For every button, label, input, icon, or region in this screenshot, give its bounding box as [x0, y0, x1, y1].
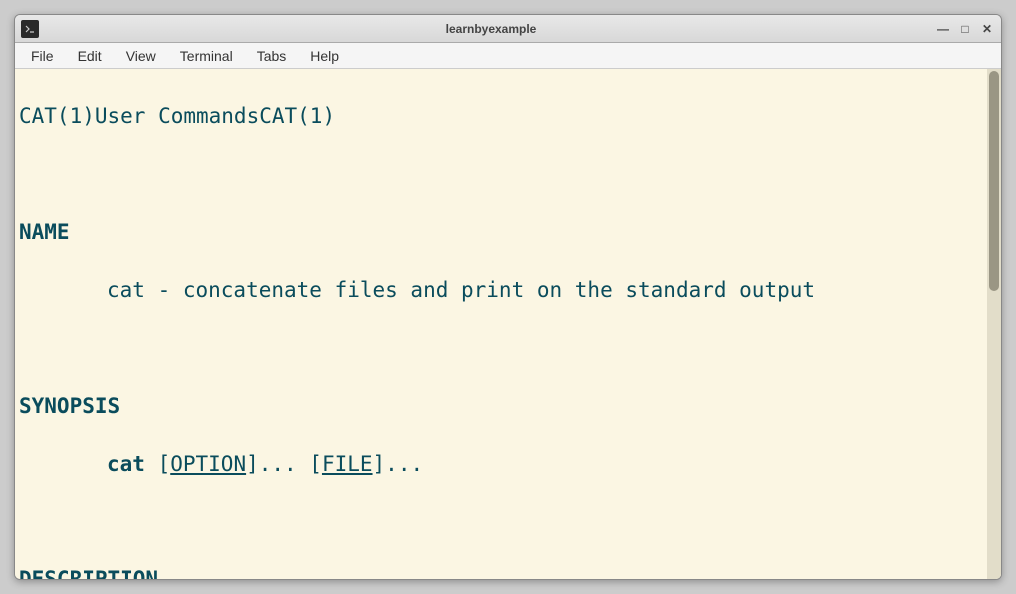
name-description: cat - concatenate files and print on the…	[19, 276, 983, 305]
scrollbar-thumb[interactable]	[989, 71, 999, 291]
synopsis-cmd: cat	[107, 452, 145, 476]
section-description: DESCRIPTION	[19, 565, 983, 579]
window-controls: — □ ✕	[935, 22, 995, 36]
section-name: NAME	[19, 218, 983, 247]
menu-file[interactable]: File	[21, 46, 64, 66]
synopsis-file: FILE	[322, 452, 373, 476]
terminal-window: learnbyexample — □ ✕ File Edit View Term…	[14, 14, 1002, 580]
titlebar[interactable]: learnbyexample — □ ✕	[15, 15, 1001, 43]
scrollbar[interactable]	[987, 69, 1001, 579]
window-title: learnbyexample	[47, 22, 935, 36]
man-header-center: User Commands	[95, 104, 259, 128]
section-synopsis: SYNOPSIS	[19, 392, 983, 421]
terminal-area: CAT(1)User CommandsCAT(1) NAME cat - con…	[15, 69, 1001, 579]
minimize-button[interactable]: —	[935, 22, 951, 36]
man-header-right: CAT(1)	[259, 104, 335, 128]
close-button[interactable]: ✕	[979, 22, 995, 36]
menu-edit[interactable]: Edit	[68, 46, 112, 66]
menu-terminal[interactable]: Terminal	[170, 46, 243, 66]
man-header-left: CAT(1)	[19, 104, 95, 128]
synopsis-option: OPTION	[170, 452, 246, 476]
menu-view[interactable]: View	[116, 46, 166, 66]
terminal-content[interactable]: CAT(1)User CommandsCAT(1) NAME cat - con…	[15, 69, 987, 579]
menu-help[interactable]: Help	[300, 46, 349, 66]
menu-tabs[interactable]: Tabs	[247, 46, 297, 66]
menubar: File Edit View Terminal Tabs Help	[15, 43, 1001, 69]
terminal-icon	[21, 20, 39, 38]
maximize-button[interactable]: □	[957, 22, 973, 36]
synopsis-line: cat [OPTION]... [FILE]...	[19, 450, 983, 479]
